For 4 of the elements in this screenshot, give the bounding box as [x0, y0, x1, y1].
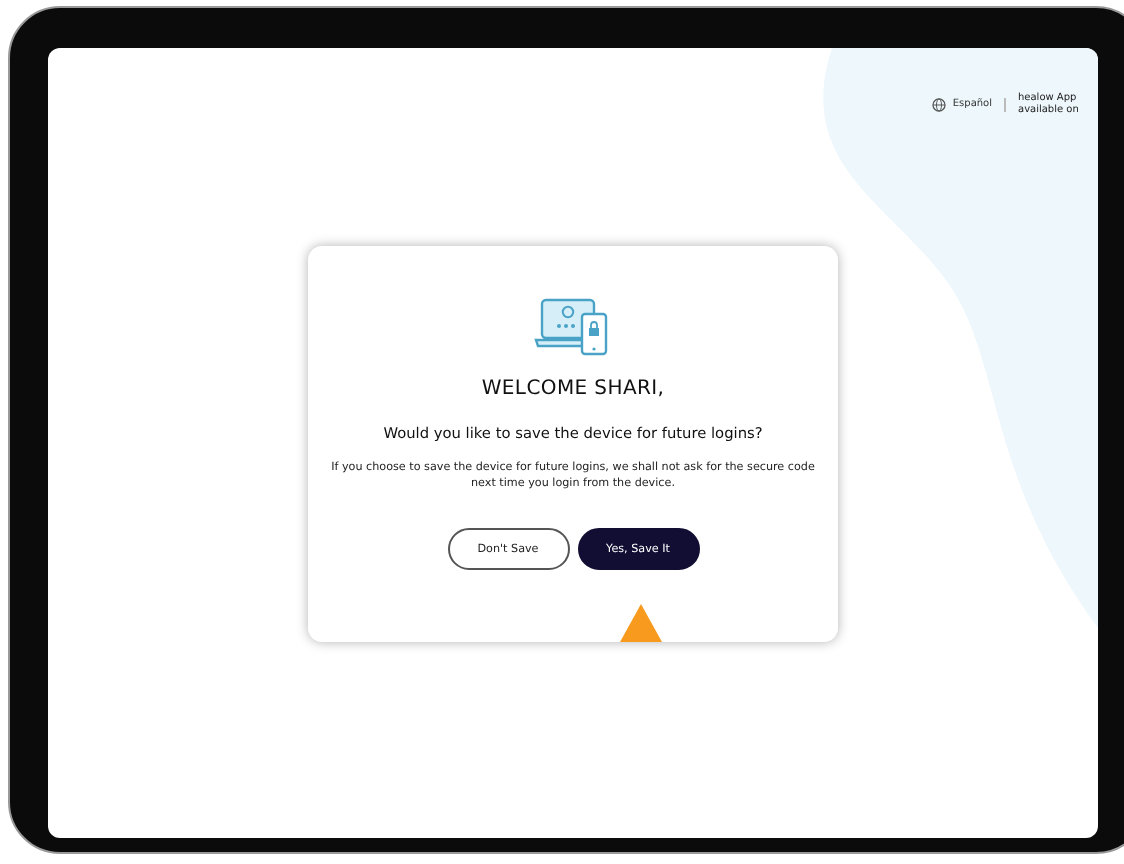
- globe-icon: [932, 97, 947, 111]
- dialog-title: WELCOME SHARI,: [481, 378, 665, 400]
- pointer-triangle: [620, 604, 662, 642]
- devices-icon: [533, 296, 613, 360]
